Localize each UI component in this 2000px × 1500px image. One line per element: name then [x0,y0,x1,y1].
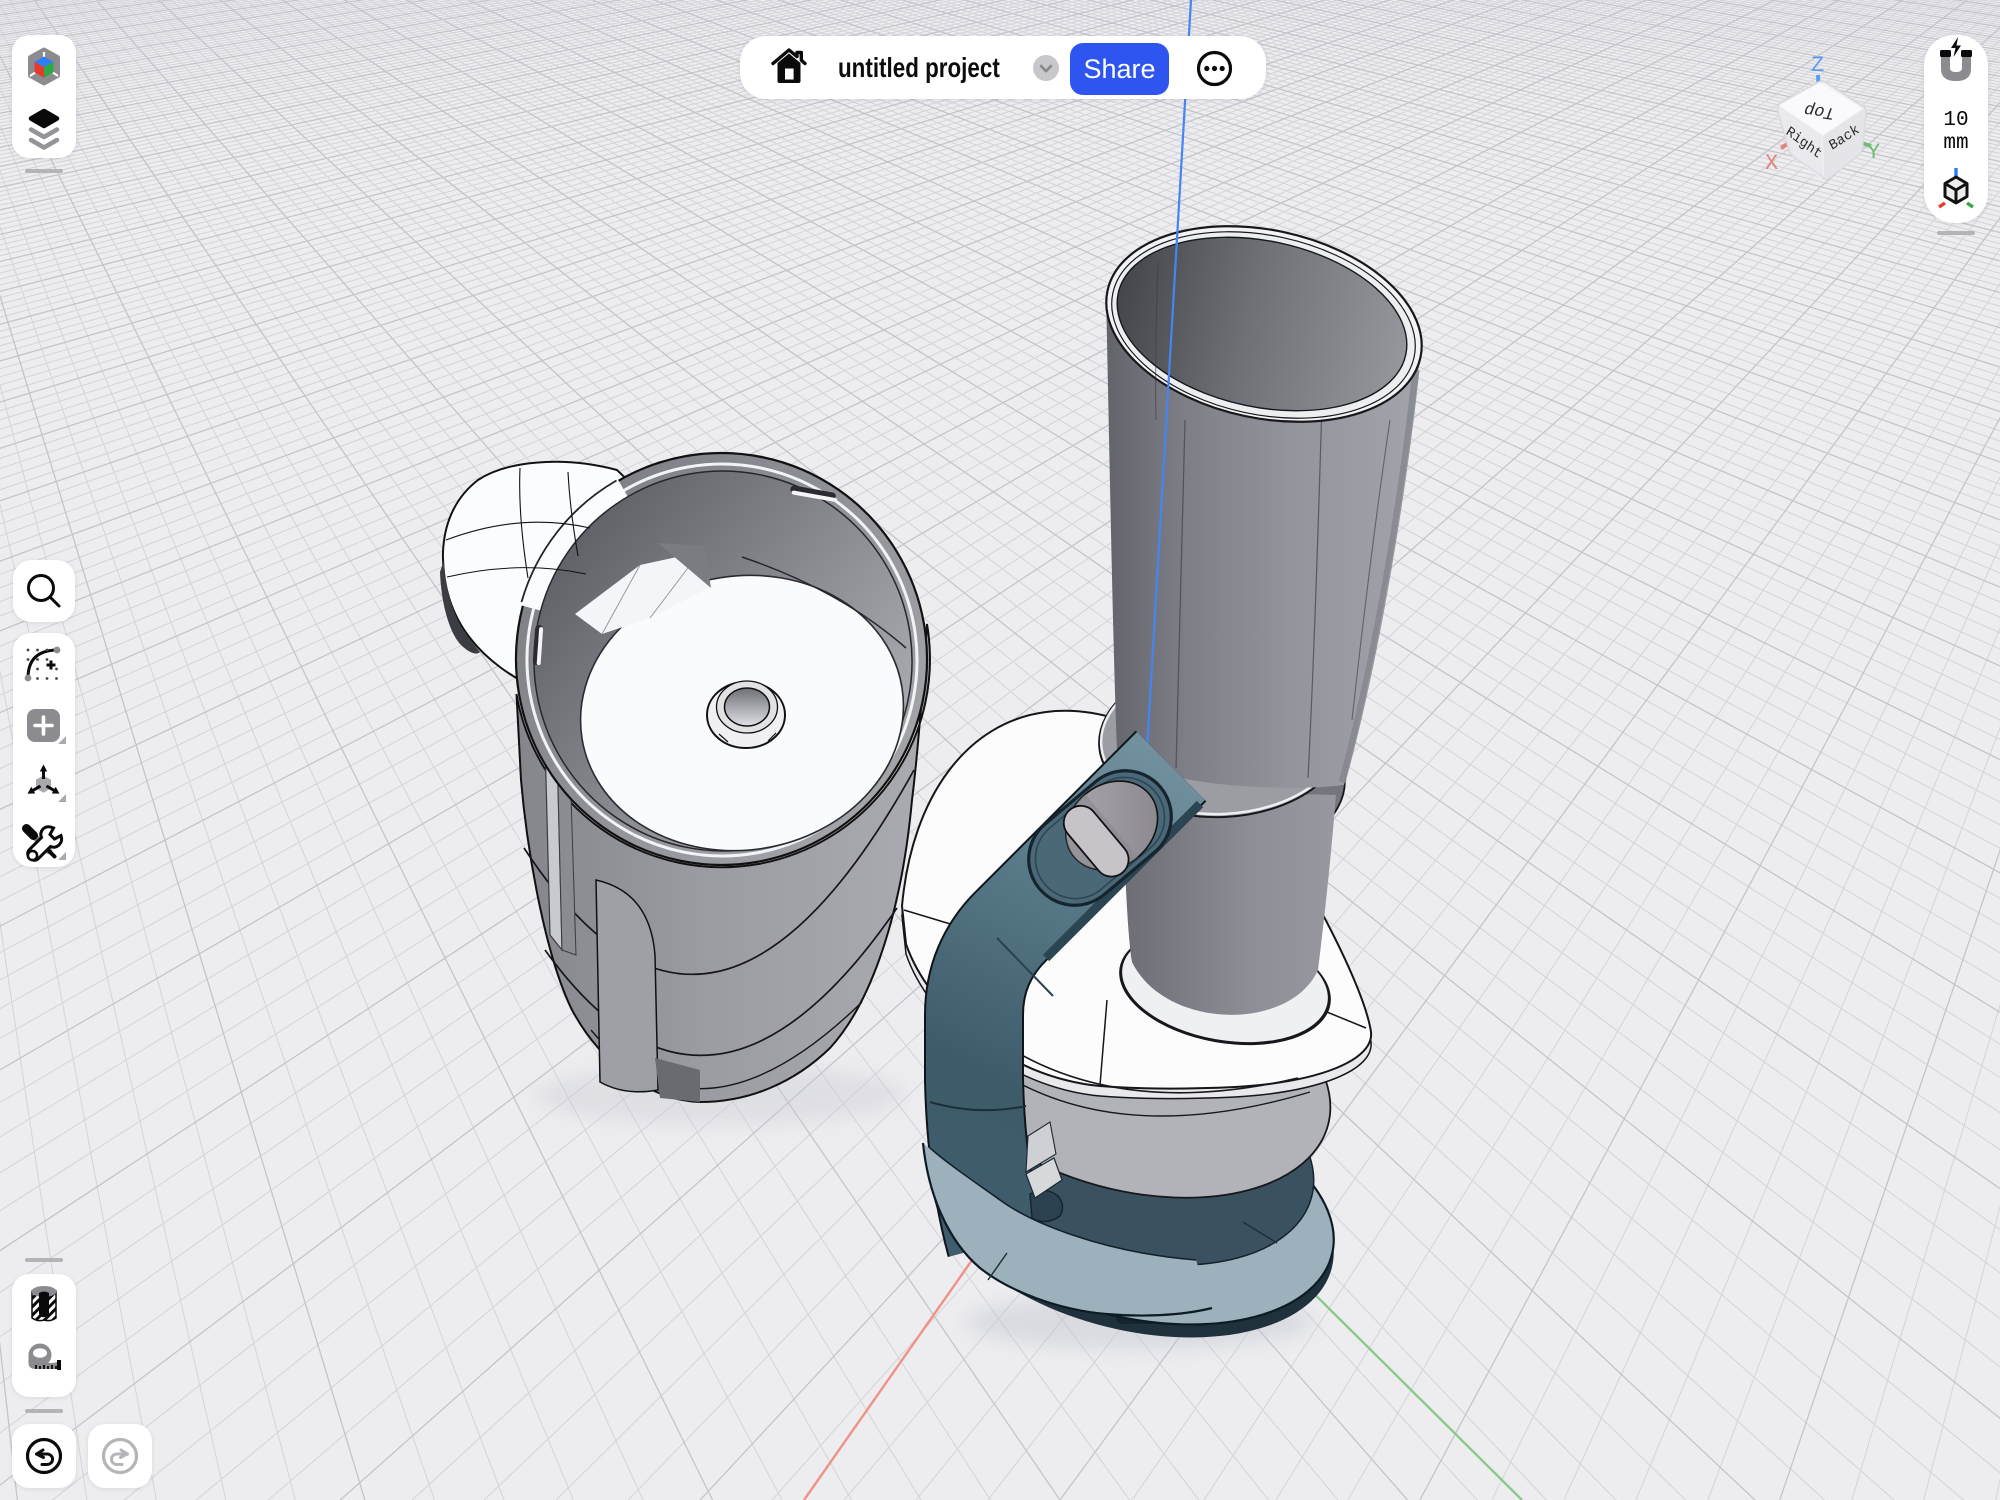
svg-text:mm: mm [1943,132,1968,155]
svg-text:10: 10 [1943,109,1968,132]
svg-text:X: X [1765,151,1778,176]
svg-text:Z: Z [1811,53,1824,78]
